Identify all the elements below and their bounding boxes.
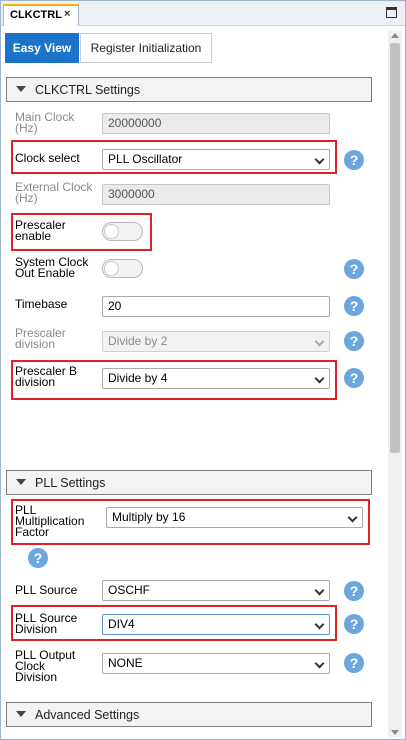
- system-clock-out-label: System Clock Out Enable: [15, 255, 89, 280]
- settings-content: CLKCTRL Settings Main Clock (Hz) 2000000…: [1, 69, 385, 740]
- document-tab-label: CLKCTRL: [10, 9, 62, 21]
- prescaler-b-division-dropdown[interactable]: Divide by 4: [102, 368, 330, 389]
- main-clock-label: Main Clock (Hz): [15, 110, 75, 135]
- prescaler-enable-toggle[interactable]: [102, 222, 143, 241]
- maximize-icon[interactable]: [386, 7, 397, 18]
- prescaler-enable-label: Prescaler enable: [15, 218, 66, 243]
- tab-register-initialization[interactable]: Register Initialization: [80, 33, 212, 63]
- help-icon[interactable]: ?: [344, 614, 364, 634]
- external-clock-label: External Clock (Hz): [15, 180, 93, 205]
- vertical-scrollbar[interactable]: [388, 31, 402, 737]
- help-icon[interactable]: ?: [344, 150, 364, 170]
- tab-easy-view[interactable]: Easy View: [5, 33, 79, 63]
- close-tab-icon[interactable]: ×: [64, 8, 70, 20]
- external-clock-field: 3000000: [102, 184, 330, 205]
- pll-multiplication-dropdown[interactable]: Multiply by 16: [106, 507, 363, 528]
- chevron-down-icon: [314, 619, 325, 630]
- clock-select-value: PLL Oscillator: [108, 152, 183, 166]
- section-pll-settings[interactable]: PLL Settings: [6, 470, 372, 495]
- help-icon[interactable]: ?: [344, 368, 364, 388]
- prescaler-b-division-label: Prescaler B division: [15, 364, 78, 389]
- help-icon[interactable]: ?: [344, 581, 364, 601]
- pll-source-division-dropdown[interactable]: DIV4: [102, 614, 330, 635]
- chevron-down-icon: [314, 154, 325, 165]
- timebase-input[interactable]: 20: [102, 296, 330, 317]
- section-clkctrl-settings[interactable]: CLKCTRL Settings: [6, 77, 372, 102]
- section-title: PLL Settings: [35, 476, 106, 490]
- timebase-label: Timebase: [15, 297, 68, 311]
- section-advanced-settings[interactable]: Advanced Settings: [6, 702, 372, 727]
- pll-source-value: OSCHF: [108, 583, 150, 597]
- pll-output-clock-division-label: PLL Output Clock Division: [15, 648, 76, 684]
- chevron-down-icon: [314, 336, 325, 347]
- clock-select-label: Clock select: [15, 151, 80, 165]
- chevron-down-icon: [314, 373, 325, 384]
- pll-source-label: PLL Source: [15, 583, 78, 597]
- document-tab[interactable]: CLKCTRL ×: [3, 4, 79, 26]
- scrollbar-thumb[interactable]: [390, 43, 400, 453]
- toggle-knob: [104, 224, 119, 239]
- help-icon[interactable]: ?: [28, 548, 48, 568]
- prescaler-division-value: Divide by 2: [108, 334, 168, 348]
- pll-output-clock-division-value: NONE: [108, 656, 143, 670]
- help-icon[interactable]: ?: [344, 296, 364, 316]
- clkctrl-panel: CLKCTRL × Easy View Register Initializat…: [0, 0, 406, 740]
- scroll-down-arrow-icon[interactable]: [391, 730, 399, 735]
- toggle-knob: [104, 261, 119, 276]
- clock-select-dropdown[interactable]: PLL Oscillator: [102, 149, 330, 170]
- main-clock-field: 20000000: [102, 113, 330, 134]
- help-icon[interactable]: ?: [344, 653, 364, 673]
- help-icon[interactable]: ?: [344, 331, 364, 351]
- pll-source-division-label: PLL Source Division: [15, 611, 78, 636]
- title-bar: CLKCTRL ×: [1, 1, 405, 26]
- collapse-chevron-icon: [16, 86, 26, 92]
- pll-multiplication-value: Multiply by 16: [112, 510, 186, 524]
- system-clock-out-toggle[interactable]: [102, 259, 143, 278]
- prescaler-b-division-value: Divide by 4: [108, 371, 168, 385]
- collapse-chevron-icon: [16, 479, 26, 485]
- pll-output-clock-division-dropdown[interactable]: NONE: [102, 653, 330, 674]
- chevron-down-icon: [314, 658, 325, 669]
- collapse-chevron-icon: [16, 711, 26, 717]
- section-title: CLKCTRL Settings: [35, 83, 141, 97]
- section-title: Advanced Settings: [35, 708, 140, 722]
- chevron-down-icon: [314, 585, 325, 596]
- help-icon[interactable]: ?: [344, 259, 364, 279]
- chevron-down-icon: [347, 512, 358, 523]
- pll-multiplication-label: PLL Multiplication Factor: [15, 503, 85, 539]
- pll-source-dropdown[interactable]: OSCHF: [102, 580, 330, 601]
- prescaler-division-dropdown: Divide by 2: [102, 331, 330, 352]
- scroll-up-arrow-icon[interactable]: [391, 33, 399, 38]
- prescaler-division-label: Prescaler division: [15, 326, 66, 351]
- pll-source-division-value: DIV4: [108, 617, 135, 631]
